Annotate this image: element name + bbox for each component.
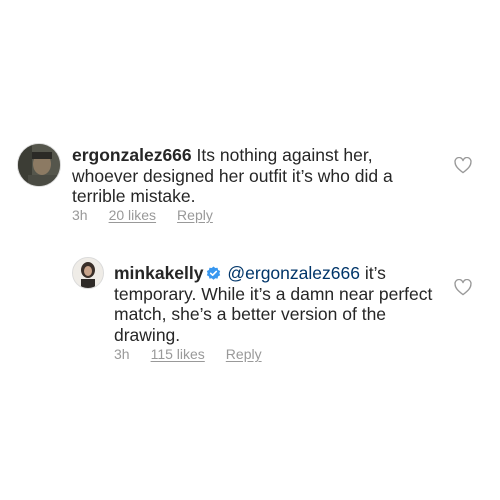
likes-count-link[interactable]: 115 likes — [151, 346, 205, 362]
mention-link[interactable]: @ergonzalez666 — [227, 263, 360, 283]
heart-outline-icon[interactable] — [454, 157, 472, 174]
verified-badge-icon — [206, 266, 220, 280]
comment-timestamp: 3h — [114, 346, 130, 362]
avatar[interactable] — [72, 257, 104, 289]
comment-username[interactable]: ergonzalez666 — [72, 145, 192, 165]
avatar-photo — [73, 258, 103, 288]
reply-button[interactable]: Reply — [177, 207, 213, 223]
reply-button[interactable]: Reply — [226, 346, 262, 362]
comment-text-block: ergonzalez666 Its nothing against her, w… — [72, 145, 434, 207]
comment-text-block: minkakelly @ergonzalez666 it’s temporary… — [114, 263, 436, 345]
comment-meta: 3h 115 likes Reply — [114, 346, 262, 362]
comment-username[interactable]: minkakelly — [114, 263, 204, 283]
heart-outline-icon[interactable] — [454, 279, 472, 296]
avatar-photo — [18, 144, 60, 186]
comment-meta: 3h 20 likes Reply — [72, 207, 213, 223]
comment-timestamp: 3h — [72, 207, 88, 223]
avatar[interactable] — [17, 143, 61, 187]
likes-count-link[interactable]: 20 likes — [109, 207, 156, 223]
